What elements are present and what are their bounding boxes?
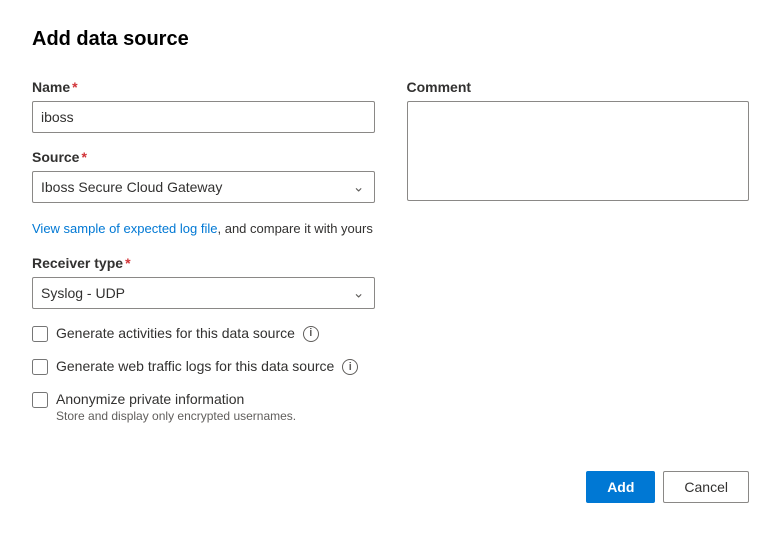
checkbox-activities-label-wrap: Generate activities for this data source…: [56, 325, 319, 342]
source-select[interactable]: Iboss Secure Cloud Gateway: [32, 171, 375, 203]
checkbox-anonymize-sublabel: Store and display only encrypted usernam…: [56, 409, 296, 423]
checkbox-group-activities: Generate activities for this data source…: [32, 325, 375, 342]
activities-info-icon[interactable]: i: [303, 326, 319, 342]
name-group: Name*: [32, 79, 375, 133]
comment-textarea[interactable]: [407, 101, 750, 201]
receiver-select[interactable]: Syslog - UDP: [32, 277, 375, 309]
receiver-label: Receiver type*: [32, 255, 375, 271]
receiver-required-star: *: [125, 255, 130, 271]
source-group: Source* Iboss Secure Cloud Gateway ⌄: [32, 149, 375, 203]
checkbox-anonymize[interactable]: [32, 392, 48, 408]
comment-group: Comment: [407, 79, 750, 204]
checkbox-anonymize-label[interactable]: Anonymize private information: [56, 391, 296, 407]
sample-link-suffix: , and compare it with yours: [217, 221, 372, 236]
add-data-source-dialog: Add data source Name* Source* Iboss Secu…: [0, 0, 781, 533]
web-traffic-info-icon[interactable]: i: [342, 359, 358, 375]
checkbox-activities[interactable]: [32, 326, 48, 342]
receiver-group: Receiver type* Syslog - UDP ⌄: [32, 255, 375, 309]
dialog-title: Add data source: [32, 28, 749, 51]
checkbox-web-traffic-label-wrap: Generate web traffic logs for this data …: [56, 358, 358, 375]
name-required-star: *: [72, 79, 77, 95]
checkbox-group-web-traffic: Generate web traffic logs for this data …: [32, 358, 375, 375]
name-input[interactable]: [32, 101, 375, 133]
checkboxes-section: Generate activities for this data source…: [32, 325, 375, 424]
dialog-footer: Add Cancel: [32, 471, 749, 503]
source-required-star: *: [81, 149, 86, 165]
add-button[interactable]: Add: [586, 471, 655, 503]
form-layout: Name* Source* Iboss Secure Cloud Gateway…: [32, 79, 749, 439]
source-label: Source*: [32, 149, 375, 165]
checkbox-activities-label[interactable]: Generate activities for this data source…: [56, 325, 319, 342]
sample-link[interactable]: View sample of expected log file: [32, 221, 217, 236]
comment-label: Comment: [407, 79, 750, 95]
checkbox-web-traffic-label[interactable]: Generate web traffic logs for this data …: [56, 358, 358, 375]
checkbox-group-anonymize: Anonymize private information Store and …: [32, 391, 375, 423]
name-label: Name*: [32, 79, 375, 95]
receiver-select-wrapper: Syslog - UDP ⌄: [32, 277, 375, 309]
form-right: Comment: [407, 79, 750, 439]
checkbox-anonymize-label-wrap: Anonymize private information Store and …: [56, 391, 296, 423]
form-left: Name* Source* Iboss Secure Cloud Gateway…: [32, 79, 375, 439]
checkbox-web-traffic[interactable]: [32, 359, 48, 375]
sample-link-container: View sample of expected log file, and co…: [32, 219, 375, 239]
cancel-button[interactable]: Cancel: [663, 471, 749, 503]
source-select-wrapper: Iboss Secure Cloud Gateway ⌄: [32, 171, 375, 203]
